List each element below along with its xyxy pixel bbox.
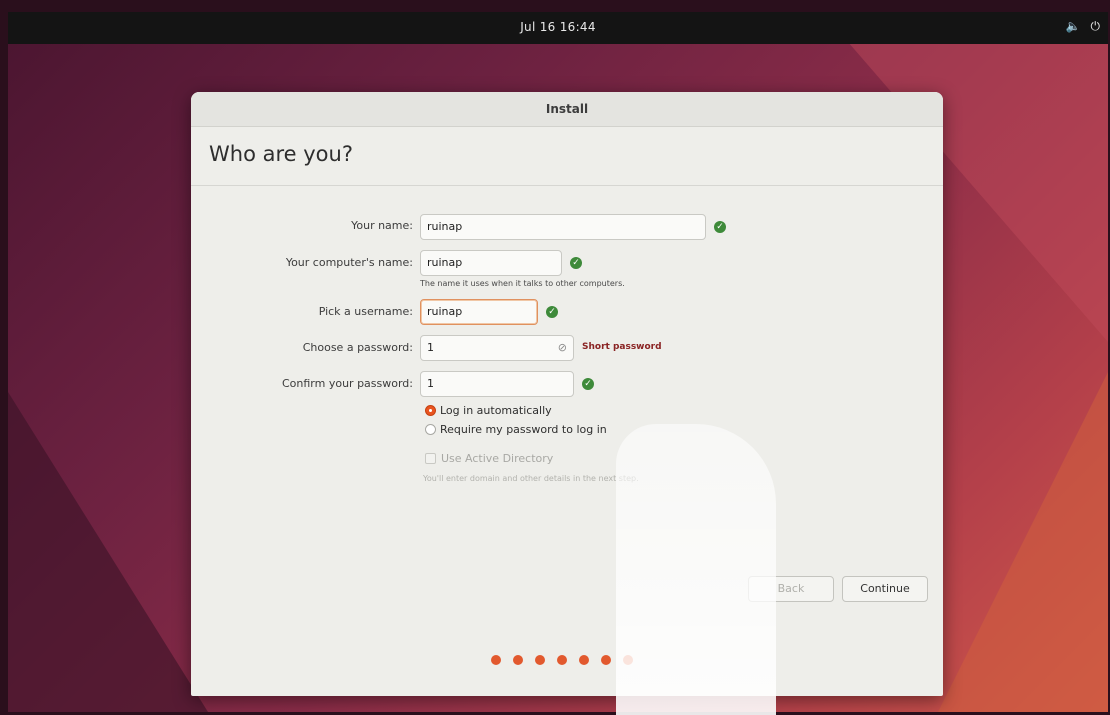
login-password-label: Require my password to log in: [440, 423, 607, 436]
radio-selected-icon[interactable]: [425, 405, 436, 416]
power-icon[interactable]: ⏻: [1091, 19, 1101, 34]
clock[interactable]: Jul 16 16:44: [8, 20, 1108, 34]
back-button[interactable]: Back: [748, 576, 834, 602]
progress-dots: [491, 655, 633, 665]
password-input[interactable]: 1 ⊘: [420, 335, 574, 361]
progress-dot: [513, 655, 523, 665]
progress-dot: [601, 655, 611, 665]
check-icon: ✓: [546, 306, 558, 318]
confirm-password-input[interactable]: 1: [420, 371, 574, 397]
progress-dot: [623, 655, 633, 665]
name-input[interactable]: ruinap: [420, 214, 706, 240]
check-icon: ✓: [714, 221, 726, 233]
login-password-option[interactable]: Require my password to log in: [425, 423, 607, 436]
computer-name-label: Your computer's name:: [285, 256, 413, 269]
top-bar: Jul 16 16:44 🔈 ⏻: [8, 12, 1108, 44]
password-value: 1: [427, 341, 434, 354]
window-title: Install: [191, 92, 943, 127]
page-title: Who are you?: [209, 142, 353, 166]
password-label: Choose a password:: [302, 341, 413, 354]
computer-name-hint: The name it uses when it talks to other …: [420, 279, 625, 288]
computer-name-input[interactable]: ruinap: [420, 250, 562, 276]
divider: [191, 185, 943, 186]
progress-dot: [557, 655, 567, 665]
active-directory-option[interactable]: Use Active Directory: [425, 452, 553, 465]
name-label: Your name:: [351, 219, 413, 232]
wallpaper-facet: [938, 372, 1108, 712]
progress-dot: [491, 655, 501, 665]
progress-dot: [535, 655, 545, 665]
desktop-screen: Jul 16 16:44 🔈 ⏻ Install Who are you? Yo…: [8, 12, 1108, 712]
active-directory-label: Use Active Directory: [441, 452, 554, 465]
check-icon: ✓: [570, 257, 582, 269]
login-auto-option[interactable]: Log in automatically: [425, 404, 552, 417]
check-icon: ✓: [582, 378, 594, 390]
checkbox-icon[interactable]: [425, 453, 436, 464]
confirm-password-label: Confirm your password:: [281, 377, 413, 390]
wallpaper-facet: [8, 392, 208, 712]
username-input[interactable]: ruinap: [420, 299, 538, 325]
installer-window: Install Who are you? Your name: ruinap ✓…: [191, 92, 943, 696]
progress-dot: [579, 655, 589, 665]
continue-button[interactable]: Continue: [842, 576, 928, 602]
active-directory-note: You'll enter domain and other details in…: [423, 474, 639, 483]
radio-icon[interactable]: [425, 424, 436, 435]
volume-icon[interactable]: 🔈: [1066, 19, 1081, 34]
password-strength: Short password: [582, 342, 662, 352]
show-password-icon[interactable]: ⊘: [558, 336, 567, 360]
login-auto-label: Log in automatically: [440, 404, 552, 417]
username-label: Pick a username:: [318, 305, 413, 318]
system-tray[interactable]: 🔈 ⏻: [1066, 19, 1100, 34]
